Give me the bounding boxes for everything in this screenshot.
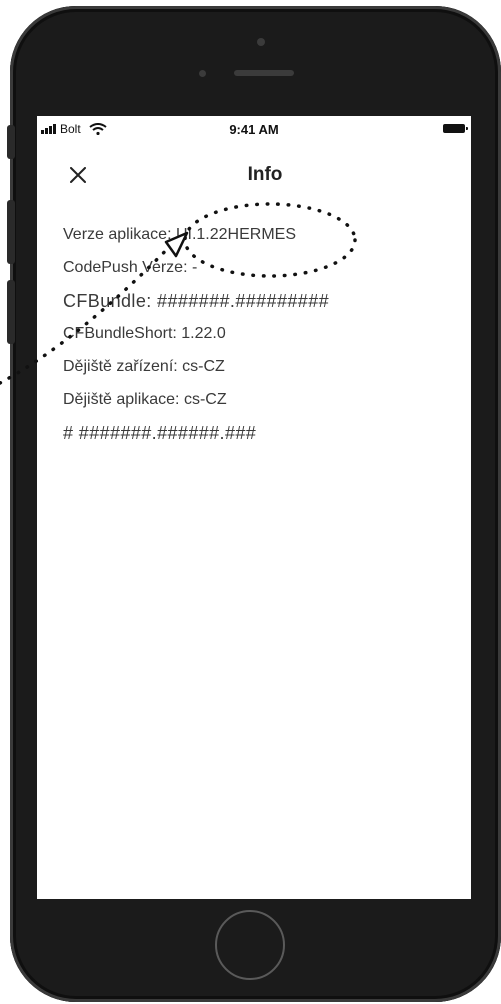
battery-icon xyxy=(443,124,468,133)
app-version-line: Verze aplikace: UI.1.22HERMES xyxy=(63,226,296,243)
camera-icon xyxy=(257,38,265,46)
volume-up-button[interactable] xyxy=(7,200,15,264)
info-list: Verze aplikace: UI.1.22HERMES CodePush V… xyxy=(63,224,463,455)
device-locale-line: Dějiště zařízení: cs-CZ xyxy=(63,358,225,375)
sensor-icon xyxy=(199,70,206,77)
clock: 9:41 AM xyxy=(229,122,279,137)
cf-bundle-short-line: CFBundleShort: 1.22.0 xyxy=(63,325,226,342)
cf-bundle-line: CFBundle: #######.######### xyxy=(63,291,330,311)
nav-bar: Info xyxy=(37,158,471,194)
volume-down-button[interactable] xyxy=(7,280,15,344)
codepush-version-line: CodePush Verze: - xyxy=(63,259,198,276)
mute-switch[interactable] xyxy=(7,125,15,159)
screen: Bolt 9:41 AM Info Verze aplikace: UI.1.2… xyxy=(37,116,471,899)
speaker-grille xyxy=(234,70,294,76)
status-bar: Bolt 9:41 AM xyxy=(37,116,471,144)
page-title: Info xyxy=(247,164,283,185)
home-button[interactable] xyxy=(215,910,285,980)
hash-line: # #######.######.### xyxy=(63,423,257,443)
app-locale-line: Dějiště aplikace: cs-CZ xyxy=(63,391,227,408)
